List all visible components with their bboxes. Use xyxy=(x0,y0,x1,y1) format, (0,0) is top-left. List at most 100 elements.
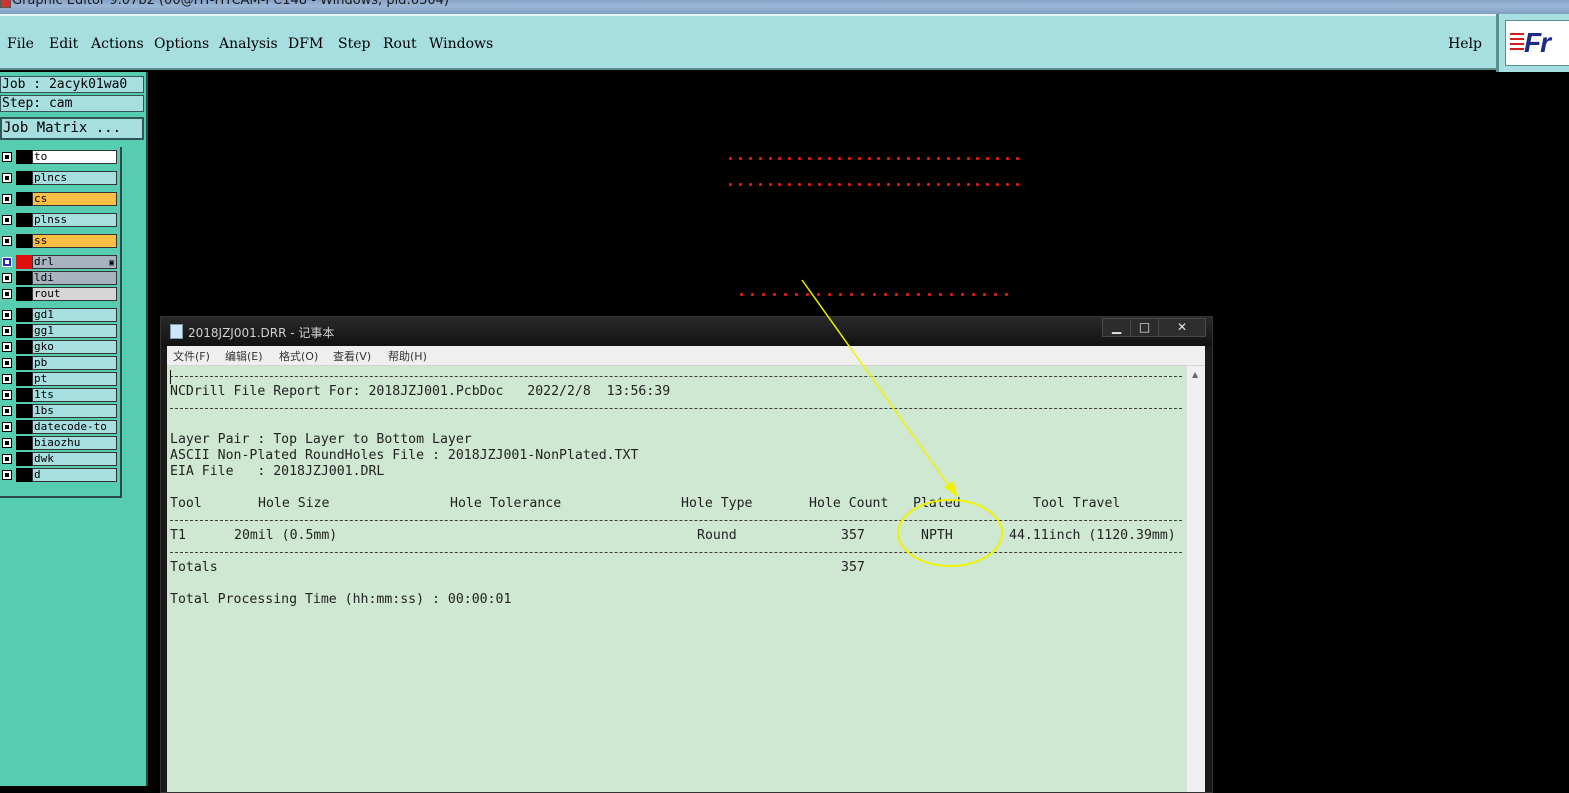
minimize-button[interactable]: ▁ xyxy=(1102,318,1131,337)
layer-row-pt[interactable]: pt xyxy=(0,372,117,386)
layer-row-plncs[interactable]: plncs xyxy=(0,171,117,185)
scroll-up-icon[interactable]: ▲ xyxy=(1192,370,1198,379)
layer-color-swatch[interactable] xyxy=(16,404,32,418)
layer-checkbox[interactable] xyxy=(2,289,12,299)
layer-checkbox[interactable] xyxy=(2,438,12,448)
layer-row-gg1[interactable]: gg1 xyxy=(0,324,117,338)
layer-row-ss[interactable]: ss xyxy=(0,234,117,248)
layer-name[interactable]: pb xyxy=(32,356,117,370)
layer-color-swatch[interactable] xyxy=(16,171,32,185)
layer-checkbox[interactable] xyxy=(2,422,12,432)
menu-analysis[interactable]: Analysis xyxy=(219,36,278,52)
layer-color-swatch[interactable] xyxy=(16,436,32,450)
layer-row-gd1[interactable]: gd1 xyxy=(0,308,117,322)
maximize-button[interactable]: □ xyxy=(1130,318,1159,337)
layer-row-gko[interactable]: gko xyxy=(0,340,117,354)
layer-name[interactable]: gko xyxy=(32,340,117,354)
layer-name[interactable]: drl ▣ xyxy=(32,255,117,269)
menu-dfm[interactable]: DFM xyxy=(288,36,323,52)
layer-checkbox[interactable] xyxy=(2,194,12,204)
job-matrix-button[interactable]: Job Matrix ... xyxy=(0,117,144,140)
menu-actions[interactable]: Actions xyxy=(91,36,144,52)
layer-row-dwk[interactable]: dwk xyxy=(0,452,117,466)
layer-color-swatch[interactable] xyxy=(16,213,32,227)
menu-options[interactable]: Options xyxy=(154,36,209,52)
layer-name[interactable]: ldi xyxy=(32,271,117,285)
layer-name[interactable]: pt xyxy=(32,372,117,386)
layer-row-rout[interactable]: rout xyxy=(0,287,117,301)
menu-view-cn[interactable]: 查看(V) xyxy=(333,348,371,364)
layer-color-swatch[interactable] xyxy=(16,192,32,206)
layer-color-swatch[interactable] xyxy=(16,150,32,164)
menu-rout[interactable]: Rout xyxy=(383,36,417,52)
vertical-scrollbar[interactable]: ▲ xyxy=(1186,366,1206,792)
layer-name[interactable]: d xyxy=(32,468,117,482)
layer-row-to[interactable]: to xyxy=(0,150,117,164)
layer-row-plnss[interactable]: plnss xyxy=(0,213,117,227)
layer-row-biaozhu[interactable]: biaozhu xyxy=(0,436,117,450)
layer-row-pb[interactable]: pb xyxy=(0,356,117,370)
layer-color-swatch[interactable] xyxy=(16,255,32,269)
layer-color-swatch[interactable] xyxy=(16,234,32,248)
layer-row-datecode-to[interactable]: datecode-to xyxy=(0,420,117,434)
notepad-text-area[interactable]: NCDrill File Report For: 2018JZJ001.PcbD… xyxy=(167,366,1186,792)
layer-color-swatch[interactable] xyxy=(16,324,32,338)
close-button[interactable]: ✕ xyxy=(1158,318,1206,337)
layer-checkbox[interactable] xyxy=(2,173,12,183)
layer-checkbox[interactable] xyxy=(2,152,12,162)
menu-step[interactable]: Step xyxy=(338,36,370,52)
layer-row-d[interactable]: d xyxy=(0,468,117,482)
layer-name[interactable]: to xyxy=(32,150,117,164)
layer-checkbox[interactable] xyxy=(2,342,12,352)
layer-checkbox[interactable] xyxy=(2,470,12,480)
layer-checkbox[interactable] xyxy=(2,406,12,416)
menu-file[interactable]: File xyxy=(7,36,34,52)
layer-color-swatch[interactable] xyxy=(16,372,32,386)
layer-row-1ts[interactable]: 1ts xyxy=(0,388,117,402)
layer-row-cs[interactable]: cs xyxy=(0,192,117,206)
layer-checkbox[interactable] xyxy=(2,236,12,246)
layer-color-swatch[interactable] xyxy=(16,420,32,434)
notepad-title-bar[interactable]: 2018JZJ001.DRR - 记事本 ▁ □ ✕ xyxy=(161,317,1212,347)
layer-row-ldi[interactable]: ldi xyxy=(0,271,117,285)
layer-row-drl[interactable]: drl ▣ xyxy=(0,255,117,269)
layer-checkbox[interactable] xyxy=(2,390,12,400)
layer-color-swatch[interactable] xyxy=(16,356,32,370)
layer-color-swatch[interactable] xyxy=(16,340,32,354)
layer-name[interactable]: 1bs xyxy=(32,404,117,418)
layer-checkbox[interactable] xyxy=(2,215,12,225)
layer-color-swatch[interactable] xyxy=(16,452,32,466)
layer-color-swatch[interactable] xyxy=(16,271,32,285)
layer-color-swatch[interactable] xyxy=(16,468,32,482)
menu-windows[interactable]: Windows xyxy=(429,36,493,52)
layer-checkbox[interactable] xyxy=(2,257,12,267)
layer-checkbox[interactable] xyxy=(2,310,12,320)
layer-checkbox[interactable] xyxy=(2,273,12,283)
layer-row-1bs[interactable]: 1bs xyxy=(0,404,117,418)
layer-color-swatch[interactable] xyxy=(16,388,32,402)
layer-name[interactable]: rout xyxy=(32,287,117,301)
layer-name[interactable]: datecode-to xyxy=(32,420,117,434)
layer-name[interactable]: plnss xyxy=(32,213,117,227)
layer-name[interactable]: cs xyxy=(32,192,117,206)
layer-checkbox[interactable] xyxy=(2,454,12,464)
layer-checkbox[interactable] xyxy=(2,326,12,336)
layer-checkbox[interactable] xyxy=(2,374,12,384)
layer-name[interactable]: biaozhu xyxy=(32,436,117,450)
layer-name[interactable]: ss xyxy=(32,234,117,248)
menu-help[interactable]: Help xyxy=(1448,36,1482,52)
layer-color-swatch[interactable] xyxy=(16,308,32,322)
layer-name[interactable]: gg1 xyxy=(32,324,117,338)
layer-name[interactable]: gd1 xyxy=(32,308,117,322)
menu-edit-cn[interactable]: 编辑(E) xyxy=(225,348,263,364)
menu-help-cn[interactable]: 帮助(H) xyxy=(388,348,427,364)
menu-file-cn[interactable]: 文件(F) xyxy=(173,348,210,364)
menu-format-cn[interactable]: 格式(O) xyxy=(279,348,318,364)
layer-name[interactable]: dwk xyxy=(32,452,117,466)
layer-name[interactable]: plncs xyxy=(32,171,117,185)
layer-name[interactable]: 1ts xyxy=(32,388,117,402)
panel-divider[interactable] xyxy=(146,72,148,786)
layer-checkbox[interactable] xyxy=(2,358,12,368)
menu-edit[interactable]: Edit xyxy=(49,36,78,52)
layer-color-swatch[interactable] xyxy=(16,287,32,301)
